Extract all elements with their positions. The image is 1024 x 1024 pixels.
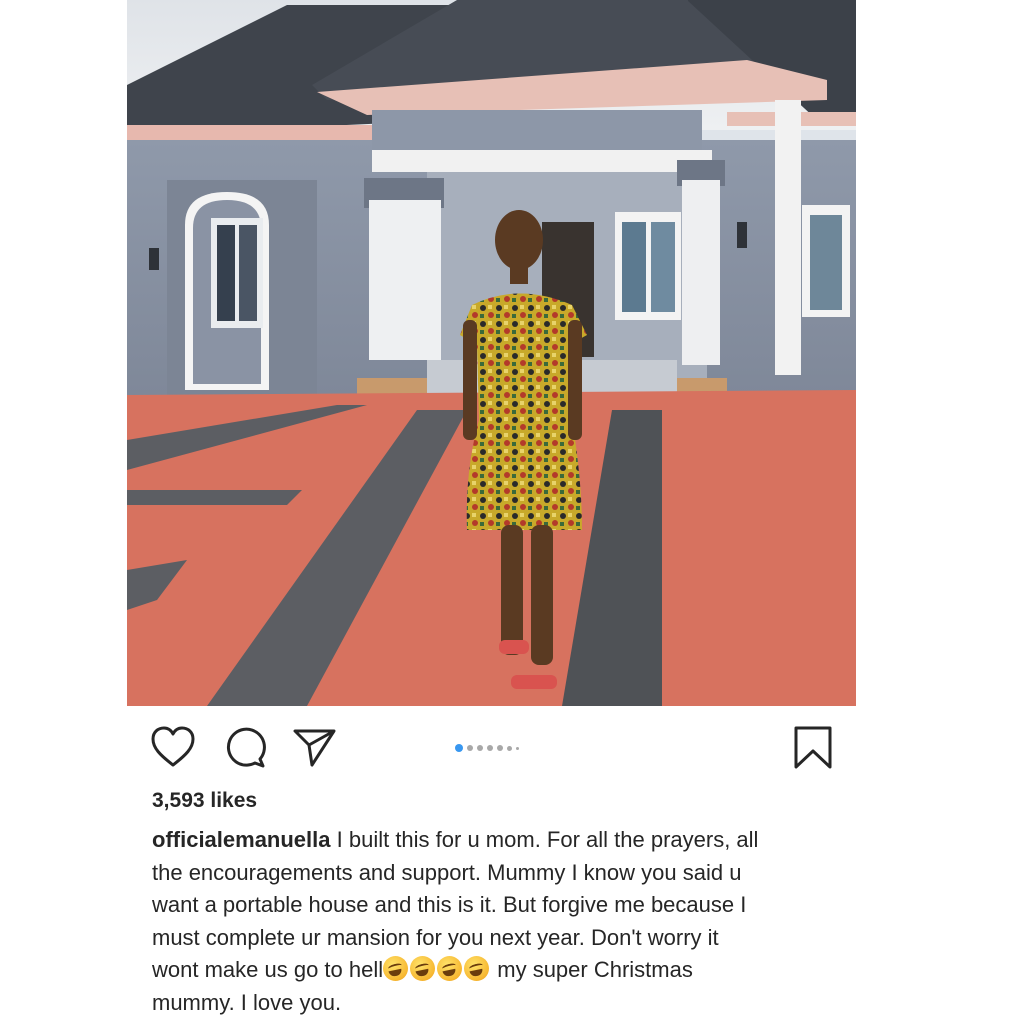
heart-icon — [151, 726, 195, 767]
caption-line: the encouragements and support. Mummy I … — [152, 859, 742, 885]
save-button[interactable] — [790, 725, 836, 771]
share-button[interactable] — [292, 725, 338, 771]
caption-line: officialemanuella I built this for u mom… — [152, 824, 852, 857]
caption-line: wont make us go to hell my super Christm… — [152, 954, 852, 987]
like-button[interactable] — [150, 725, 196, 771]
comment-icon — [226, 727, 266, 768]
carousel-dot — [467, 745, 473, 751]
bookmark-icon — [794, 726, 832, 769]
post-caption: officialemanuella I built this for u mom… — [152, 824, 852, 1019]
laughing-emoji-icon — [410, 956, 436, 981]
laughing-emoji-icon — [464, 956, 490, 981]
caption-line: want a portable house and this is it. Bu… — [152, 892, 747, 917]
laughing-emoji-group — [383, 956, 491, 982]
carousel-dot — [487, 745, 493, 751]
comment-button[interactable] — [222, 725, 268, 771]
carousel-indicator — [455, 741, 519, 755]
laughing-emoji-icon — [437, 956, 463, 981]
caption-text: my super Christmas — [491, 957, 693, 982]
carousel-dot — [507, 745, 512, 751]
carousel-dot — [477, 745, 483, 751]
likes-count[interactable]: 3,593 likes — [152, 789, 257, 813]
house-photo-illustration — [127, 0, 856, 706]
send-icon — [293, 729, 336, 767]
caption-text: I built this for u mom. For all the pray… — [330, 827, 759, 852]
caption-line: must complete ur mansion for you next ye… — [152, 924, 719, 950]
caption-text: wont make us go to hell — [152, 957, 384, 982]
laughing-emoji-icon — [383, 956, 409, 981]
carousel-dot-active — [455, 744, 463, 752]
caption-username[interactable]: officialemanuella — [152, 827, 331, 852]
carousel-dot — [516, 746, 519, 750]
post-action-bar — [150, 725, 832, 771]
carousel-dot — [497, 745, 503, 751]
post-photo[interactable] — [127, 0, 856, 706]
caption-line: mummy. I love you. — [152, 989, 342, 1015]
